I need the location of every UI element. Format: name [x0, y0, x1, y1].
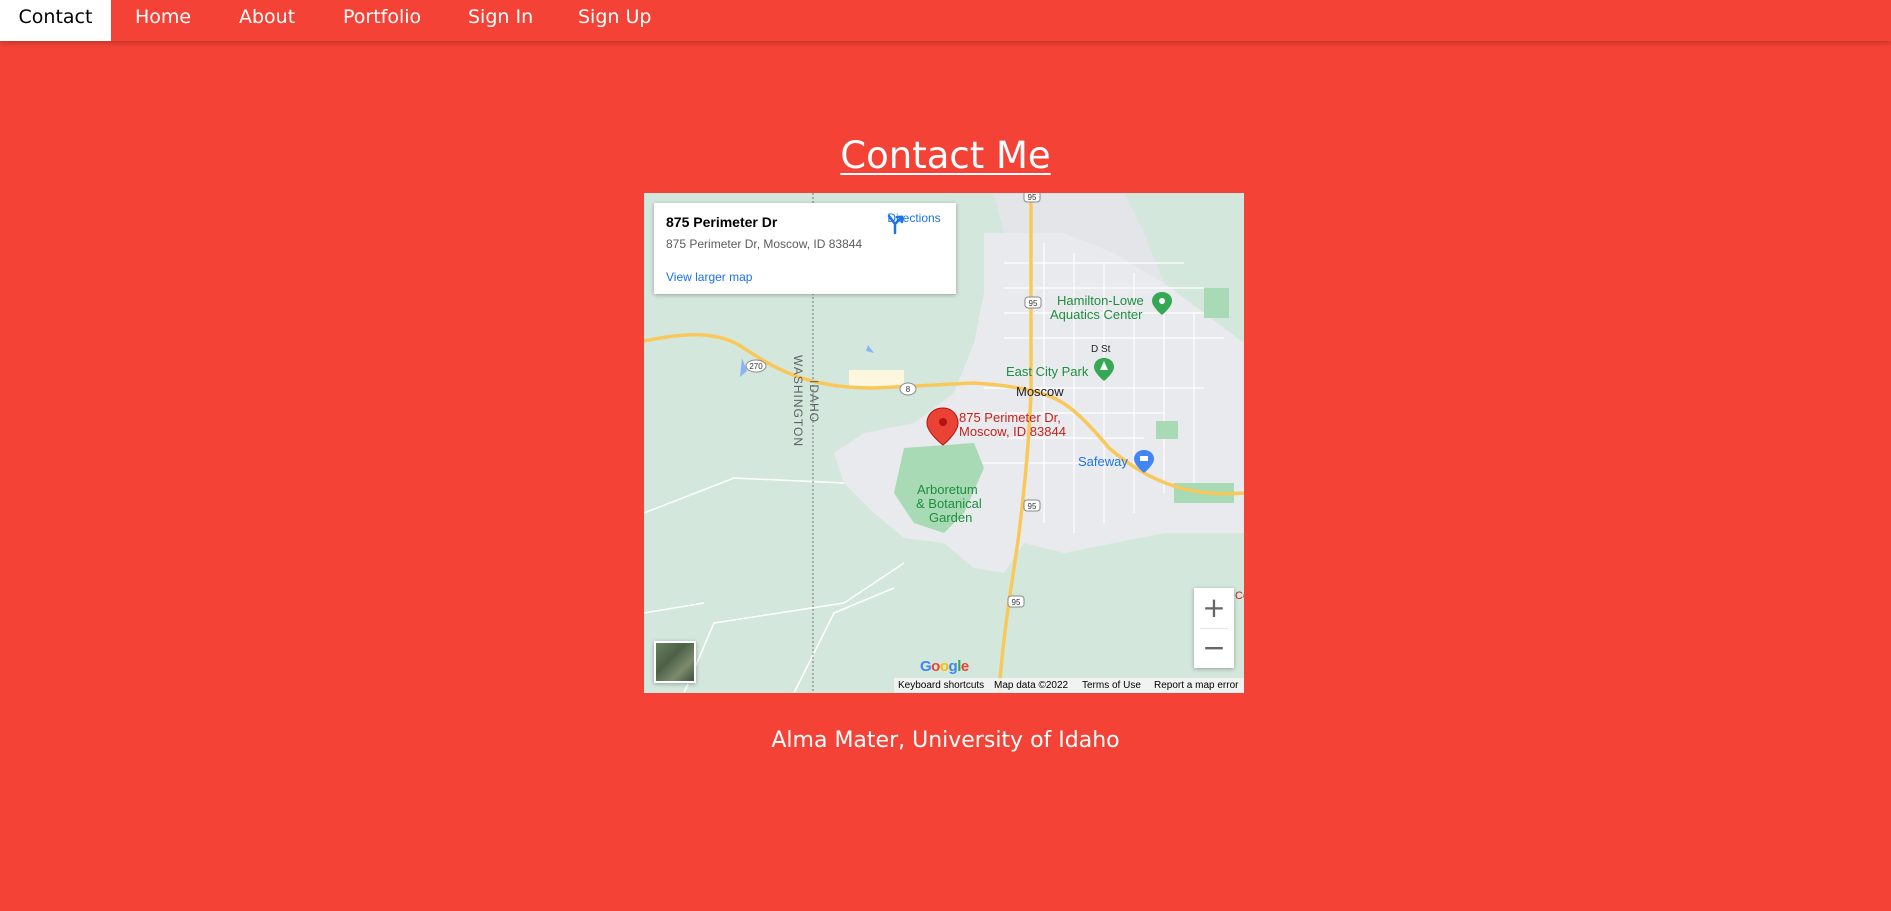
logo-letter: G	[920, 658, 932, 675]
zoom-out-button[interactable]: −	[1194, 628, 1234, 668]
map-info-card: 875 Perimeter Dr 875 Perimeter Dr, Mosco…	[654, 203, 956, 294]
nav-about[interactable]: About	[239, 0, 295, 41]
svg-text:95: 95	[1028, 502, 1037, 511]
directions-button[interactable]: Directions	[884, 211, 944, 235]
google-logo: Google	[920, 658, 969, 675]
park-area-3	[1156, 421, 1178, 439]
logo-letter: e	[960, 658, 969, 675]
route-shield-95-north: 95	[1024, 296, 1042, 309]
svg-text:95: 95	[1012, 598, 1021, 607]
store-label: Safeway	[1078, 454, 1128, 469]
place-address: 875 Perimeter Dr, Moscow, ID 83844	[666, 237, 863, 251]
zoom-controls: + −	[1194, 588, 1234, 668]
map-attribution-bar: Keyboard shortcuts Map data ©2022 Terms …	[894, 678, 1244, 693]
satellite-toggle[interactable]	[654, 641, 696, 683]
nav-contact[interactable]: Contact	[0, 0, 111, 41]
page-title-text: Contact Me	[840, 134, 1051, 177]
route-shield-95-south: 95	[1023, 499, 1041, 512]
logo-letter: o	[931, 658, 940, 675]
marker-label-2: Moscow, ID 83844	[959, 424, 1066, 439]
state-label-washington: WASHINGTON	[791, 355, 805, 448]
route-shield-95-bottom: 95	[1007, 595, 1025, 608]
top-navbar: Contact Home About Portfolio Sign In Sig…	[0, 0, 1891, 41]
map-data-text: Map data ©2022	[994, 680, 1069, 691]
park-label: East City Park	[1006, 364, 1089, 379]
report-map-error-link[interactable]: Report a map error	[1154, 678, 1238, 693]
nav-portfolio[interactable]: Portfolio	[343, 0, 421, 41]
terms-of-use-link[interactable]: Terms of Use	[1082, 678, 1141, 693]
edge-label-fragment: Co	[1235, 590, 1244, 602]
zoom-in-button[interactable]: +	[1194, 588, 1234, 628]
logo-letter: g	[948, 658, 958, 675]
park-area-2	[1204, 288, 1229, 318]
arboretum-label-3: Garden	[929, 510, 973, 525]
arboretum-label-2: & Botanical	[916, 496, 982, 511]
nav-sign-up[interactable]: Sign Up	[578, 0, 651, 41]
state-label-idaho: IDAHO	[807, 380, 821, 424]
logo-letter: o	[939, 658, 949, 675]
svg-text:270: 270	[749, 362, 763, 371]
place-name: 875 Perimeter Dr	[666, 214, 778, 230]
city-label: Moscow	[1016, 384, 1064, 399]
pond-2	[866, 345, 874, 353]
d-st-label: D St	[1091, 344, 1111, 355]
route-shield-8: 8	[899, 382, 917, 396]
route-shield-270: 270	[745, 359, 767, 373]
svg-text:95: 95	[1029, 299, 1038, 308]
directions-icon	[887, 214, 904, 235]
view-larger-map-link[interactable]: View larger map	[666, 270, 752, 284]
page-title: Contact Me	[0, 128, 1891, 184]
map-caption: Alma Mater, University of Idaho	[771, 728, 1120, 753]
nav-sign-in[interactable]: Sign In	[468, 0, 533, 41]
nav-home[interactable]: Home	[135, 0, 191, 41]
arboretum-label-1: Arboretum	[917, 482, 978, 497]
aquatics-label-2: Aquatics Center	[1050, 307, 1143, 322]
route-shield-95-top: 95	[1023, 193, 1041, 203]
svg-text:95: 95	[1028, 193, 1037, 202]
keyboard-shortcuts-link[interactable]: Keyboard shortcuts	[898, 678, 984, 693]
embedded-map[interactable]: 95 95 95 95 270 8 Hamilton-Lowe Aquatics…	[644, 193, 1244, 693]
aquatics-label-1: Hamilton-Lowe	[1057, 293, 1144, 308]
svg-text:8: 8	[906, 385, 911, 394]
marker-label-1: 875 Perimeter Dr,	[959, 410, 1061, 425]
